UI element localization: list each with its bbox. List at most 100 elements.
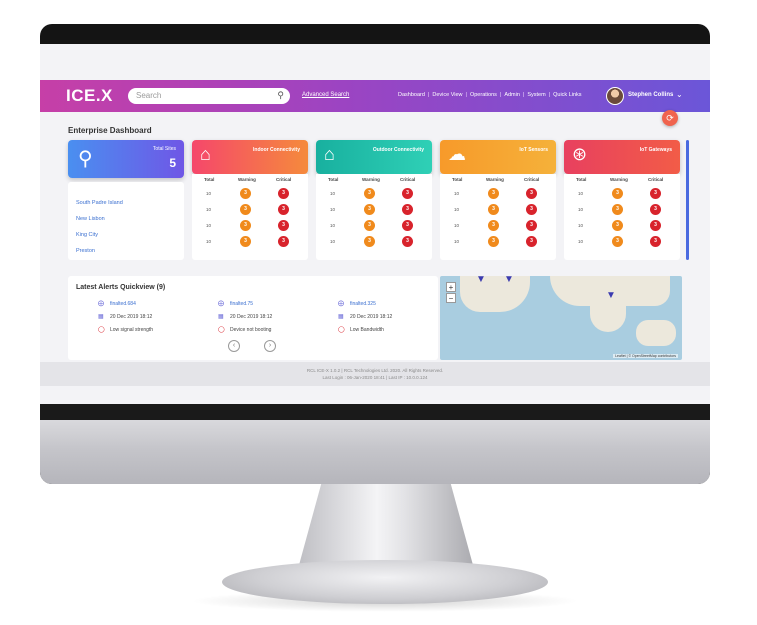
alert-icon: ◯ [218,327,225,333]
zoom-in-button[interactable]: + [446,282,456,292]
indoor-connectivity-card[interactable]: ⌂ Indoor Connectivity [192,140,308,174]
nav-quick-links[interactable]: Quick Links [553,92,581,98]
total-value: 10 [206,239,212,244]
site-item[interactable]: Preston [76,248,95,254]
device-icon: ⨁ [98,301,104,307]
advanced-search-link[interactable]: Advanced Search [302,92,349,98]
iot-sensors-card[interactable]: ☁ IoT Sensors [440,140,556,174]
page-title: Enterprise Dashboard [68,126,152,135]
device-icon: ⨁ [338,301,344,307]
world-map[interactable]: ▼ ▼ ▼ + − Leaflet | © OpenStreetMap cont… [440,276,682,360]
alert-device[interactable]: finalted.75 [230,301,253,307]
warning-badge[interactable]: 3 [240,204,251,215]
warning-badge[interactable]: 3 [488,220,499,231]
search-icon[interactable]: ⚲ [277,90,284,101]
nav-device-view[interactable]: Device View [432,92,462,98]
total-value: 10 [454,207,460,212]
warning-badge[interactable]: 3 [364,236,375,247]
alert-item[interactable]: ⨁ finalted.75 ▦ 20 Dec 2019 18:12 ◯ Device … [218,300,338,339]
footer-copyright: RCL ICE-X 1.0.2 | RCL Technologies Ltd. … [306,368,444,373]
warning-badge[interactable]: 3 [240,236,251,247]
critical-badge[interactable]: 3 [650,188,661,199]
category-status-table: Total Warning Critical 10 3 3 10 3 3 10 3 3 10 3 3 [192,174,308,260]
critical-badge[interactable]: 3 [526,220,537,231]
site-item[interactable]: King City [76,232,98,238]
category-status-table: Total Warning Critical 10 3 3 10 3 3 10 3 3 10 3 3 [440,174,556,260]
critical-badge[interactable]: 3 [402,236,413,247]
warning-badge[interactable]: 3 [364,188,375,199]
search-input[interactable]: Search ⚲ [128,88,290,104]
outdoor-wifi-icon: ⌂ [324,144,335,164]
critical-badge[interactable]: 3 [650,204,661,215]
warning-badge[interactable]: 3 [612,236,623,247]
scrollbar[interactable] [686,140,689,260]
total-value: 10 [206,223,212,228]
user-name[interactable]: Stephen Collins [628,92,673,98]
critical-badge[interactable]: 3 [526,188,537,199]
warning-badge[interactable]: 3 [612,188,623,199]
warning-badge[interactable]: 3 [240,220,251,231]
critical-badge[interactable]: 3 [402,220,413,231]
total-sites-card[interactable]: ⚲ Total Sites 5 [68,140,184,178]
column-header: Warning [362,177,380,182]
critical-badge[interactable]: 3 [278,220,289,231]
column-header: Total [328,177,339,182]
alerts-title: Latest Alerts Quickview (9) [76,284,166,291]
total-value: 10 [206,191,212,196]
chevron-down-icon[interactable]: ⌄ [676,90,683,99]
location-pin-icon[interactable]: ▼ [476,276,486,285]
map-attribution[interactable]: Leaflet | © OpenStreetMap contributors [613,354,678,358]
location-pin-icon[interactable]: ▼ [606,290,616,301]
avatar[interactable] [606,87,624,105]
total-value: 10 [578,191,584,196]
nav-system[interactable]: System [527,92,545,98]
critical-badge[interactable]: 3 [278,204,289,215]
alert-icon: ◯ [338,327,345,333]
zoom-out-button[interactable]: − [446,293,456,303]
critical-badge[interactable]: 3 [402,188,413,199]
critical-badge[interactable]: 3 [650,220,661,231]
card-label: Indoor Connectivity [253,147,300,153]
nav-dashboard[interactable]: Dashboard [398,92,425,98]
column-header: Total [576,177,587,182]
warning-badge[interactable]: 3 [240,188,251,199]
warning-badge[interactable]: 3 [364,220,375,231]
monitor-frame: ICE.X Search ⚲ Advanced Search Dashboard… [40,24,710,484]
total-value: 10 [578,223,584,228]
alert-message: Device not booting [230,327,272,333]
alert-item[interactable]: ⨁ finalted.684 ▦ 20 Dec 2019 18:12 ◯ Low si… [98,300,218,339]
warning-badge[interactable]: 3 [612,220,623,231]
column-header: Critical [648,177,664,182]
device-icon: ⨁ [218,301,224,307]
location-pin-icon[interactable]: ▼ [504,276,514,285]
site-item[interactable]: New Lisbon [76,216,105,222]
alert-device[interactable]: finalted.684 [110,301,136,307]
monitor-bottom-bezel [40,404,710,420]
category-status-table: Total Warning Critical 10 3 3 10 3 3 10 3 3 10 3 3 [316,174,432,260]
warning-badge[interactable]: 3 [488,204,499,215]
critical-badge[interactable]: 3 [526,204,537,215]
outdoor-connectivity-card[interactable]: ⌂ Outdoor Connectivity [316,140,432,174]
warning-badge[interactable]: 3 [612,204,623,215]
refresh-icon[interactable]: ⟳ [662,110,678,126]
prev-button[interactable]: ‹ [228,340,240,352]
monitor-top-bezel [40,24,710,44]
critical-badge[interactable]: 3 [650,236,661,247]
warning-badge[interactable]: 3 [488,188,499,199]
footer-last-login: Last Login : 06-Jan-2020 18:41 | Last IP… [322,375,428,380]
alert-device[interactable]: finalted.325 [350,301,376,307]
critical-badge[interactable]: 3 [278,236,289,247]
critical-badge[interactable]: 3 [402,204,413,215]
warning-badge[interactable]: 3 [488,236,499,247]
alert-icon: ◯ [98,327,105,333]
iot-gateways-card[interactable]: ⊛ IoT Gateways [564,140,680,174]
site-item[interactable]: South Padre Island [76,200,123,206]
nav-operations[interactable]: Operations [470,92,497,98]
app-logo[interactable]: ICE.X [66,86,113,106]
nav-admin[interactable]: Admin [504,92,520,98]
warning-badge[interactable]: 3 [364,204,375,215]
next-button[interactable]: › [264,340,276,352]
critical-badge[interactable]: 3 [526,236,537,247]
alert-date: 20 Dec 2019 18:12 [230,314,273,320]
critical-badge[interactable]: 3 [278,188,289,199]
